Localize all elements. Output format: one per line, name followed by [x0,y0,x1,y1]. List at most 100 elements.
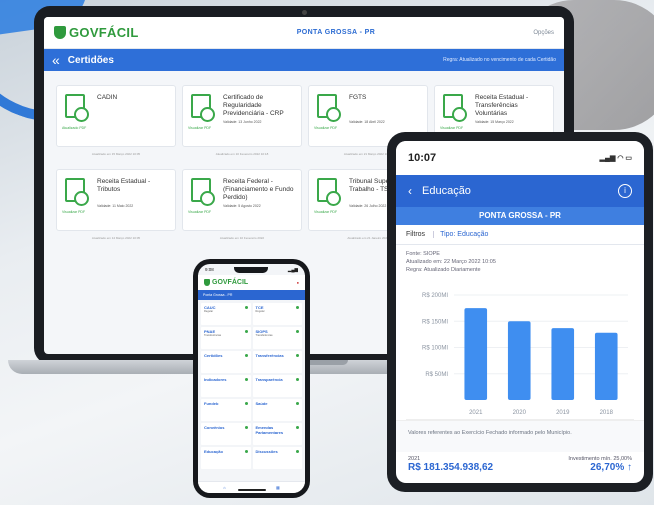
rule-text: Regra: Atualizado Diariamente [406,267,481,273]
certificate-check-icon [191,94,215,122]
certidao-card[interactable]: Visualizar PDF Certificado de Regularida… [182,85,302,156]
tablet-status-bar: 10:07 ▂▄▆ ◠ ▭ [396,141,644,175]
status-dot-icon [296,402,299,405]
certidoes-bar: « Certidões Regra: Atualizado no vencime… [44,49,564,71]
certidao-validity: Validade: 13 Junho 2022 [223,120,262,124]
certificate-check-icon [65,178,89,206]
certidao-card[interactable]: Visualizar PDF Receita Estadual - Tribut… [56,169,176,240]
back-chevron-icon[interactable]: « [52,52,60,68]
tablet-time: 10:07 [408,152,437,164]
phone-signal-icon: ▂▄▆ [287,266,298,272]
view-pdf-link[interactable]: Visualizar PDF [314,210,337,214]
shield-icon [54,26,66,39]
phone-tile[interactable]: CAUC Regular [201,303,251,325]
footer-value: R$ 181.354.938,62 [408,462,494,473]
home-indicator [238,489,266,491]
phone-tile[interactable]: Convênios [201,423,251,445]
status-dot-icon [296,330,299,333]
investment-percent: 26,70% ↑ [590,462,632,473]
phone-tile[interactable]: Fundeb [201,399,251,421]
phone-tile[interactable]: Discussões [252,447,302,469]
status-dot-icon [296,354,299,357]
govfacil-logo[interactable]: GOVFÁCIL [54,25,139,40]
tablet-title: Educação [422,185,471,197]
back-icon[interactable]: ‹ [408,184,412,198]
y-tick-label: R$ 50MI [425,372,448,378]
view-pdf-link[interactable]: Visualizar PDF [188,210,211,214]
tablet: 10:07 ▂▄▆ ◠ ▭ ‹ Educação i PONTA GROSSA … [387,132,653,492]
city-label: PONTA GROSSA - PR [296,29,376,36]
phone-bottom-nav: ⌂ ▦ [198,481,305,493]
status-dot-icon [244,306,248,309]
notification-icon[interactable]: ● [297,280,299,285]
certificate-check-icon [191,178,215,206]
tile-title: Certidões [204,353,223,358]
certificate-check-icon [317,178,341,206]
phone-notch [233,266,268,273]
tile-title: Discussões [255,449,278,454]
phone-status-bar: 9:08 ▂▄▆ [198,264,305,275]
phone-tile-grid: CAUC Regular TCE Regular PNAE Transferên… [198,300,305,472]
phone-city-bar[interactable]: Ponta Grossa - PR [198,290,305,300]
tile-title: Emendas Parlamentares [255,425,284,435]
tile-status: Transferências [204,334,222,337]
laptop-camera [302,10,307,15]
status-dot-icon [244,330,248,333]
bar-2021[interactable] [464,308,488,400]
certificate-check-icon [317,94,341,122]
status-dot-icon [296,450,299,453]
status-dot-icon [296,426,299,429]
info-icon[interactable]: i [618,184,632,198]
phone-tile[interactable]: Saúde [252,399,302,421]
phone-logo[interactable]: GOVFÁCIL [212,279,248,286]
filter-row: Filtros Tipo: Educação [396,225,644,245]
grid-icon[interactable]: ▦ [276,485,280,490]
certidao-updated: Atualizado em 10 Fevereiro 2022 10:18 [215,152,269,156]
view-pdf-link[interactable]: Atualizado PDF [62,126,86,130]
bar-2020[interactable] [507,321,531,400]
phone-tile[interactable]: Emendas Parlamentares [252,423,302,445]
certidao-updated: Atualizado em 10 Fevereiro 2022 [219,236,265,240]
view-pdf-link[interactable]: Visualizar PDF [62,210,85,214]
phone-time: 9:08 [205,267,214,272]
phone-tile[interactable]: Transferências [252,351,302,373]
view-pdf-link[interactable]: Visualizar PDF [188,126,211,130]
phone-tile[interactable]: TCE Regular [252,303,302,325]
options-menu[interactable]: Opções [533,30,554,36]
bar-2018[interactable] [594,332,618,400]
phone-tile[interactable]: Certidões [201,351,251,373]
status-dot-icon [296,306,299,309]
tablet-header: ‹ Educação i [396,175,644,207]
y-tick-label: R$ 100MI [422,346,448,352]
certidao-validity: Validade: 11 Maio 2022 [97,204,134,208]
phone-tile[interactable]: PNAE Transferências [201,327,251,349]
bar-2019[interactable] [551,328,575,400]
phone-tile[interactable]: SIOPS Transferências [252,327,302,349]
values-note: Valores referentes ao Exercício Fechado … [396,420,644,452]
status-dot-icon [244,402,248,405]
certidao-name: Receita Estadual - Tributos [97,178,151,193]
tile-status: Regular [204,310,214,313]
y-tick-label: R$ 200MI [422,293,448,299]
certidao-name: CADIN [97,94,118,101]
phone-tile[interactable]: Educação [201,447,251,469]
tile-status: Regular [255,310,265,313]
status-dot-icon [296,378,299,381]
phone-header: GOVFÁCIL ● [198,275,305,290]
certidao-card[interactable]: Atualizado PDF CADIN Atualizado em 15 Ma… [56,85,176,156]
home-icon[interactable]: ⌂ [223,485,225,490]
certidao-validity: Validade: 5 Agosto 2022 [223,204,261,208]
view-pdf-link[interactable]: Visualizar PDF [440,126,463,130]
view-pdf-link[interactable]: Visualizar PDF [314,126,337,130]
update-rule: Regra: Atualizado no vencimento de cada … [443,57,556,63]
tile-title: Transparência [255,377,283,382]
certidao-validity: Validade: 18 Abril 2022 [349,120,385,124]
filters-button[interactable]: Filtros [406,231,425,238]
certidao-card[interactable]: Visualizar PDF Receita Federal - (Financ… [182,169,302,240]
filter-type[interactable]: Tipo: Educação [433,231,488,238]
phone: 9:08 ▂▄▆ GOVFÁCIL ● Ponta Grossa - PR CA… [193,259,310,498]
tile-title: Saúde [255,401,268,406]
tile-title: Fundeb [204,401,219,406]
phone-tile[interactable]: Transparência [252,375,302,397]
phone-tile[interactable]: Indicadores [201,375,251,397]
